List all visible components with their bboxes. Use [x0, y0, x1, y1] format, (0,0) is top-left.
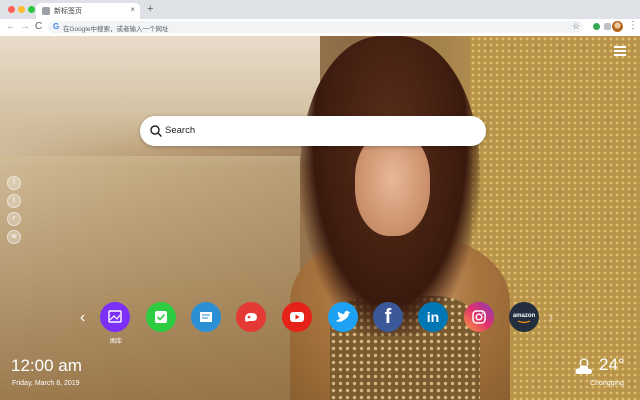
twitter-share-icon[interactable]: t — [7, 194, 21, 208]
reddit-share-icon[interactable]: r — [7, 212, 21, 226]
new-tab-page-background — [0, 36, 640, 400]
facebook-icon: f — [384, 306, 392, 328]
search-input[interactable]: Search — [165, 125, 195, 136]
shortcut-games[interactable] — [236, 302, 266, 332]
linkedin-icon: in — [426, 309, 440, 325]
play-icon — [290, 312, 304, 322]
address-bar[interactable]: G 在Google中搜索，或者输入一个网址 — [48, 21, 583, 33]
extension-icon[interactable] — [593, 23, 600, 30]
forward-icon[interactable]: → — [20, 21, 30, 32]
weather-city: Chongqing — [590, 380, 624, 387]
clock-date: Friday, March 8, 2019 — [12, 380, 80, 387]
shortcut-tasks[interactable] — [146, 302, 176, 332]
browser-menu-icon[interactable]: ⋮ — [628, 20, 638, 31]
bird-icon — [336, 310, 351, 322]
reload-icon[interactable]: C — [35, 21, 42, 32]
back-icon[interactable]: ← — [6, 21, 16, 32]
search-box[interactable]: Search — [140, 116, 486, 146]
shortcuts-prev-arrow-icon[interactable]: ‹ — [80, 309, 85, 327]
search-icon — [150, 125, 162, 137]
shortcut-amazon[interactable]: amazon — [509, 302, 539, 332]
image-icon — [108, 310, 122, 323]
checkmark-icon — [155, 311, 167, 323]
bookmark-star-icon[interactable]: ☆ — [572, 21, 580, 32]
extension-puzzle-icon[interactable] — [604, 23, 611, 30]
notepad-icon — [200, 312, 212, 322]
shortcut-gallery-label: 图库 — [109, 339, 122, 345]
profile-avatar[interactable] — [612, 21, 623, 32]
gamepad-icon — [245, 313, 257, 322]
amazon-smile-icon — [517, 320, 531, 324]
minimize-window-button[interactable] — [18, 6, 25, 13]
hamburger-menu-icon[interactable] — [614, 46, 626, 56]
shortcuts-next-arrow-icon[interactable]: › — [548, 309, 553, 327]
shortcut-twitter[interactable] — [328, 302, 358, 332]
shortcut-linkedin[interactable]: in — [418, 302, 448, 332]
shortcut-instagram[interactable] — [464, 302, 494, 332]
tab-new-tab[interactable]: 新标签页 × — [36, 3, 140, 19]
new-tab-button[interactable]: + — [147, 3, 153, 15]
address-bar-placeholder: 在Google中搜索，或者输入一个网址 — [63, 26, 169, 33]
weather-temperature: 24° — [599, 355, 625, 374]
tab-title: 新标签页 — [54, 8, 82, 15]
background-figure-face — [355, 131, 430, 236]
shortcut-youtube[interactable] — [282, 302, 312, 332]
tab-close-icon[interactable]: × — [130, 5, 135, 14]
facebook-share-icon[interactable]: f — [7, 176, 21, 190]
wechat-share-icon[interactable]: w — [7, 230, 21, 244]
partly-cloudy-icon — [575, 358, 592, 374]
shortcut-gallery[interactable] — [100, 302, 130, 332]
shortcut-notes[interactable] — [191, 302, 221, 332]
background-wall — [0, 36, 320, 166]
shortcut-facebook[interactable]: f — [373, 302, 403, 332]
tab-favicon-icon — [42, 7, 50, 15]
close-window-button[interactable] — [8, 6, 15, 13]
instagram-icon — [472, 310, 486, 324]
browser-toolbar: ← → C G 在Google中搜索，或者输入一个网址 — [0, 19, 640, 37]
maximize-window-button[interactable] — [28, 6, 35, 13]
clock-time: 12:00 am — [11, 356, 82, 375]
tab-strip: 新标签页 × + — [0, 0, 640, 19]
google-g-icon: G — [53, 22, 60, 31]
